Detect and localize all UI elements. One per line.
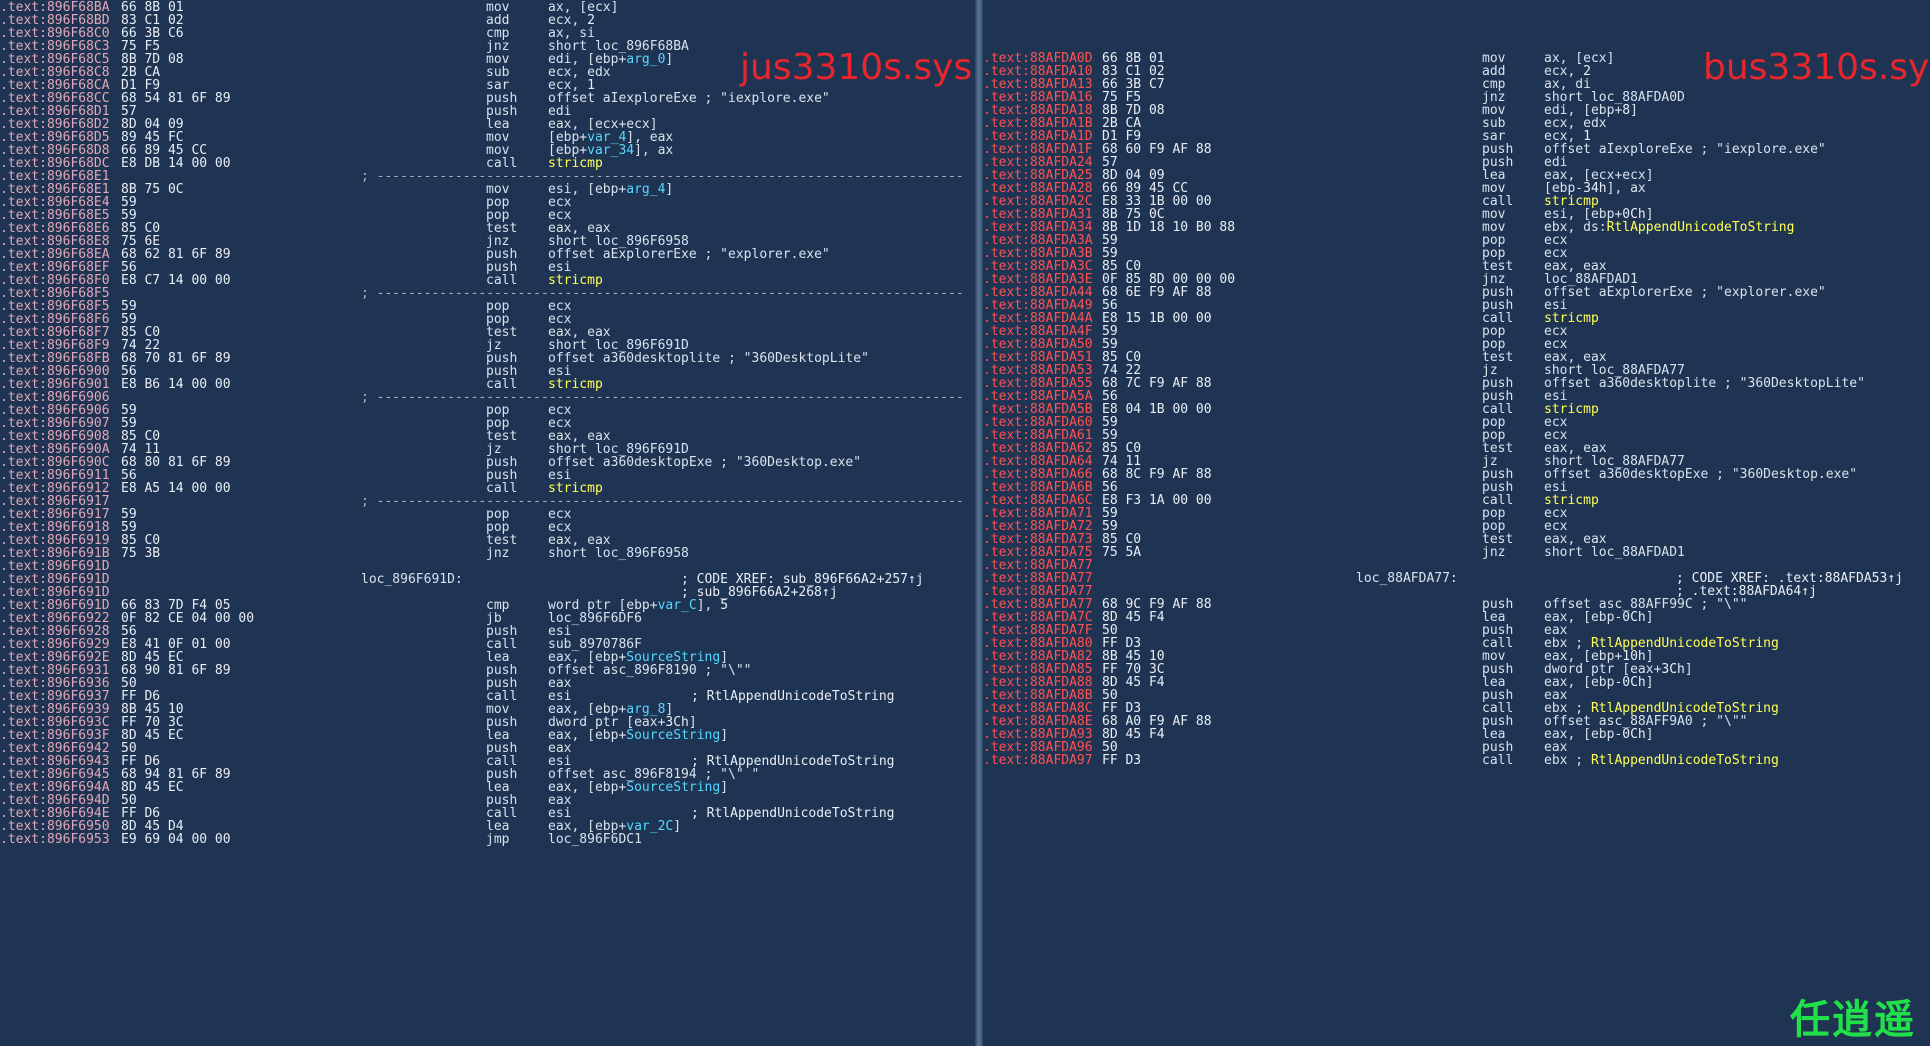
code-label[interactable]: loc_896F691D:	[361, 572, 463, 588]
opcode-bytes: 68 80 81 6F 89	[121, 455, 231, 470]
operands: ebx, ds:RtlAppendUnicodeToString	[1544, 220, 1794, 236]
watermark-text: 任逍遥	[1790, 997, 1916, 1043]
operand-text: ]	[665, 182, 674, 197]
operand-text: offset a360desktoplite ; "360DesktopLite…	[548, 351, 869, 366]
operand-text: ebx ;	[1544, 753, 1591, 768]
ida-compare-view: .text:896F68BA 66 8B 01 mov ax, [ecx] .text:…	[0, 0, 1930, 1046]
operand-text: offset a360desktopExe ; "360Desktop.exe"	[1544, 467, 1858, 482]
separator-line: ; --------------------------------------…	[361, 286, 964, 301]
stack-variable[interactable]: arg_4	[626, 182, 665, 197]
opcode-bytes: 75 3B	[121, 546, 161, 561]
constant: 8	[1622, 103, 1631, 118]
operand-text: ]	[673, 819, 682, 834]
function-name[interactable]: RtlAppendUnicodeToString	[1591, 753, 1779, 768]
mnemonic: jnz	[486, 546, 510, 561]
operands: ebx ; RtlAppendUnicodeToString	[1544, 753, 1779, 769]
opcode-bytes: 68 60 F9 AF 88	[1102, 142, 1212, 157]
constant: 0Ch	[1622, 675, 1646, 690]
operands: offset aIexploreExe ; "iexplore.exe"	[1544, 142, 1826, 158]
operand-text: ]	[720, 780, 729, 795]
address: .text:896F6953	[0, 832, 110, 847]
opcode-bytes: E8 15 1B 00 00	[1102, 311, 1212, 326]
operand-text: loc_896F6DC1	[548, 832, 642, 847]
right-disassembly-panel[interactable]: .text:88AFDA0D 66 8B 01 mov ax, [ecx] .text:…	[983, 0, 1930, 1046]
operand-text: ], ax	[1606, 181, 1646, 196]
operand-text: ],	[696, 598, 721, 613]
operands: loc_896F6DC1	[548, 832, 642, 848]
operand-text: offset aExplorerExe ; "explorer.exe"	[1544, 285, 1826, 300]
constant: 3Ch	[1661, 662, 1685, 677]
opcode-bytes: E8 B6 14 00 00	[121, 377, 231, 392]
opcode-bytes: 68 90 81 6F 89	[121, 663, 231, 678]
opcode-bytes: 68 8C F9 AF 88	[1102, 467, 1212, 482]
opcode-bytes: 0F 82 CE 04 00 00	[121, 611, 255, 626]
operand-text: ]	[1684, 662, 1693, 677]
operands: short loc_896F6958	[548, 546, 689, 562]
mnemonic: jnz	[1482, 545, 1506, 560]
opcode-bytes: 68 62 81 6F 89	[121, 247, 231, 262]
code-label[interactable]: loc_88AFDA77:	[1356, 571, 1458, 587]
opcode-bytes: E8 A5 14 00 00	[121, 481, 231, 496]
constant: 5	[720, 598, 729, 613]
opcode-bytes: 75 5A	[1102, 545, 1142, 560]
panel-divider[interactable]	[975, 0, 983, 1046]
operands: offset a360desktoplite ; "360DesktopLite…	[1544, 376, 1865, 392]
operands: eax, [ebp+SourceString]	[548, 780, 728, 796]
opcode-bytes: FF D3	[1102, 753, 1142, 768]
operand-text: ]	[1630, 103, 1638, 118]
mnemonic: call	[1482, 753, 1514, 768]
operands: offset a360desktopExe ; "360Desktop.exe"	[548, 455, 861, 471]
opcode-bytes: 68 54 81 6F 89	[121, 91, 231, 106]
opcode-bytes: 68 70 81 6F 89	[121, 351, 231, 366]
operand-text: offset aIexploreExe ; "iexplore.exe"	[1544, 142, 1826, 157]
mnemonic: jmp	[486, 832, 510, 847]
left-panel-title: jus3310s.sys	[740, 47, 973, 88]
stack-variable[interactable]: SourceString	[626, 728, 720, 743]
stack-variable[interactable]: arg_0	[626, 52, 665, 67]
operand-text: short loc_896F6958	[548, 546, 689, 561]
opcode-bytes: E8 DB 14 00 00	[121, 156, 231, 171]
stack-variable[interactable]: SourceString	[626, 780, 720, 795]
opcode-bytes: 68 6E F9 AF 88	[1102, 285, 1212, 300]
separator-line: ; --------------------------------------…	[361, 390, 964, 405]
constant: 0Ch	[1622, 610, 1646, 625]
operand-text: offset aIexploreExe ; "iexplore.exe"	[548, 91, 830, 106]
stack-variable[interactable]: var_C	[658, 598, 697, 613]
operand-text: ]	[1645, 610, 1654, 625]
address: .text:88AFDA97	[983, 753, 1093, 768]
operands: offset a360desktoplite ; "360DesktopLite…	[548, 351, 869, 367]
opcode-bytes: E8 F3 1A 00 00	[1102, 493, 1212, 508]
operands: eax, [ebp+SourceString]	[548, 728, 728, 744]
operands: short loc_88AFDAD1	[1544, 545, 1685, 561]
operands: offset aIexploreExe ; "iexplore.exe"	[548, 91, 830, 107]
comment: ; RtlAppendUnicodeToString	[691, 806, 895, 821]
function-name[interactable]: RtlAppendUnicodeToString	[1607, 220, 1795, 235]
operands: offset aExplorerExe ; "explorer.exe"	[548, 247, 830, 263]
right-panel-title: bus3310s.sys	[1703, 47, 1930, 88]
operand-text: ]	[1645, 727, 1654, 742]
constant: 0Ch	[1622, 727, 1646, 742]
opcode-bytes: E9 69 04 00 00	[121, 832, 231, 847]
operand-text: short loc_88AFDAD1	[1544, 545, 1685, 560]
opcode-bytes: 8B 1D 18 10 B0 88	[1102, 220, 1236, 235]
operand-text: ]	[665, 52, 674, 67]
separator-line: ; --------------------------------------…	[361, 494, 964, 509]
operand-text: ]	[1645, 675, 1654, 690]
operand-text: offset aExplorerExe ; "explorer.exe"	[548, 247, 830, 262]
operand-text: offset a360desktoplite ; "360DesktopLite…	[1544, 376, 1865, 391]
operand-text: offset asc_896F8190 ; "\""	[548, 663, 752, 678]
operand-text: offset a360desktopExe ; "360Desktop.exe"	[548, 455, 862, 470]
operands: offset a360desktopExe ; "360Desktop.exe"	[1544, 467, 1857, 483]
left-disassembly-panel[interactable]: .text:896F68BA 66 8B 01 mov ax, [ecx] .text:…	[0, 0, 975, 1046]
operand-text: ]	[720, 728, 729, 743]
operands: offset aExplorerExe ; "explorer.exe"	[1544, 285, 1826, 301]
comment: ; RtlAppendUnicodeToString	[691, 689, 895, 704]
operand-text: ], ax	[634, 143, 674, 158]
opcode-bytes: E8 04 1B 00 00	[1102, 402, 1212, 417]
opcode-bytes: E8 C7 14 00 00	[121, 273, 231, 288]
operands: offset asc_896F8190 ; "\""	[548, 663, 752, 679]
opcode-bytes: 68 7C F9 AF 88	[1102, 376, 1212, 391]
